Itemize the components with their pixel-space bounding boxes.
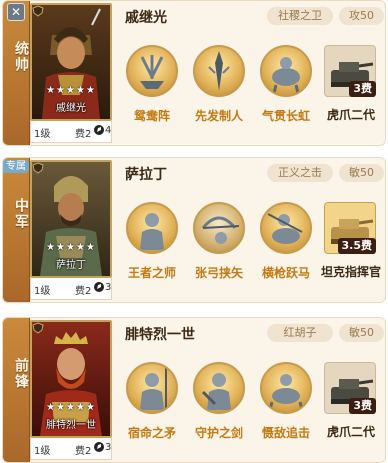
equipment-name: 虎爪二代 [326,108,375,122]
hero-name: 腓特烈一世 [125,327,195,343]
level-label: 1级 [34,286,51,297]
trait-tag[interactable]: 社稷之卫 [267,7,333,25]
sword-guard-skill-icon [193,362,245,414]
role-label: 前锋 [13,358,29,390]
equipment-cost: 3.5费 [337,238,376,254]
role-strip: 专属 中军 [3,158,30,302]
portrait-name: 萨拉丁 [56,260,86,271]
shield-icon [32,5,44,17]
hero-name: 戚继光 [125,10,167,26]
star-rating: ★★★★★ [46,402,96,413]
equipment-name: 虎爪二代 [326,425,375,439]
skill-slot[interactable]: 王者之师 [119,202,185,292]
skill-slot[interactable]: 张弓挟矢 [186,202,252,292]
cost-label: 费2 [75,129,92,140]
pursuit-skill-icon [260,362,312,414]
role-label: 中军 [13,198,29,230]
trait-tag[interactable]: 红胡子 [267,324,333,342]
close-x-icon[interactable]: ✕ [7,3,25,21]
swords-skill-icon [126,45,178,97]
cost-label: 费2 [75,446,92,457]
equipment-slot[interactable]: 3费 [324,45,380,101]
horse-count: 3 [105,282,112,293]
skill-slot[interactable]: 宿命之矛 [119,362,185,452]
hero-card-frederick[interactable]: 前锋 ★★★★★ 腓特烈一世 1级 费2 3 腓特烈一世 红胡子 敏50 宿命之… [2,317,386,463]
equipment-slot[interactable]: 3.5费 [324,202,380,258]
level-label: 1级 [34,446,51,457]
portrait-name: 戚继光 [56,103,86,114]
hero-portrait[interactable]: ★★★★★ 腓特烈一世 [30,320,112,438]
role-strip: 前锋 [3,318,30,462]
hero-info-bar: 1级 费2 3 [30,438,112,460]
portrait-name: 腓特烈一世 [46,420,96,431]
stat-tag: 攻50 [339,7,384,25]
hero-portrait[interactable]: ★★★★★ 戚继光 [30,3,112,121]
equipment-name: 坦克指挥官 [320,265,381,279]
skill-slot[interactable]: 先发制人 [186,45,252,135]
star-rating: ★★★★★ [46,85,96,96]
horse-count: 4 [105,125,112,136]
cavalry-skill-icon [260,45,312,97]
horse-icon [94,125,104,135]
hero-info-bar: 1级 费2 3 [30,278,112,300]
skill-slot[interactable]: 鸳鸯阵 [119,45,185,135]
hero-card-saladin[interactable]: 专属 中军 ★★★★★ 萨拉丁 1级 费2 3 萨拉丁 正义之击 敏50 王者之… [2,157,386,303]
archer-skill-icon [193,202,245,254]
equipment-cost: 3费 [349,81,376,97]
stat-tag: 敏50 [339,324,384,342]
lancer-skill-icon [260,202,312,254]
hero-info-bar: 1级 费2 4 [30,121,112,143]
shield-icon [32,162,44,174]
star-rating: ★★★★★ [46,242,96,253]
horse-icon [94,442,104,452]
cost-label: 费2 [75,286,92,297]
skill-slot[interactable]: 守护之剑 [186,362,252,452]
exclusive-badge: 专属 [3,160,29,173]
trait-tag[interactable]: 正义之击 [267,164,333,182]
king-skill-icon [126,202,178,254]
role-strip: ✕ 统帅 [3,1,30,145]
spear-skill-icon [193,45,245,97]
hero-name: 萨拉丁 [125,167,167,183]
horse-count: 3 [105,442,112,453]
shield-icon [32,322,44,334]
hero-card-qi-jiguang[interactable]: ✕ 统帅 ★★★★★ 戚继光 1级 费2 4 戚继光 社稷之卫 攻50 鸳鸯阵 [2,0,386,146]
equipment-cost: 3费 [349,398,376,414]
role-label: 统帅 [13,41,29,73]
level-label: 1级 [34,129,51,140]
equipment-slot[interactable]: 3费 [324,362,380,418]
stat-tag: 敏50 [339,164,384,182]
spear-knight-skill-icon [126,362,178,414]
hero-portrait[interactable]: ★★★★★ 萨拉丁 [30,160,112,278]
horse-icon [94,282,104,292]
